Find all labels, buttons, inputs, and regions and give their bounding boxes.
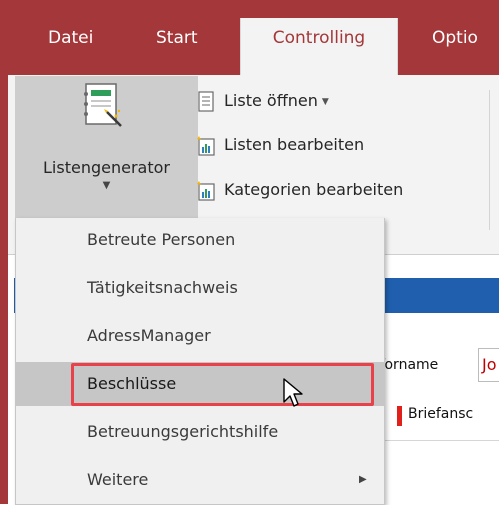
report-generator-icon: [84, 83, 122, 127]
edit-list-icon: [197, 135, 215, 156]
ribbon-separator: [489, 90, 490, 230]
chevron-down-icon: ▼: [321, 96, 329, 107]
liste-oeffnen-button[interactable]: Liste öffnen ▼: [196, 87, 329, 115]
window-left-border: [0, 75, 8, 504]
ribbon-tab-bar: Datei Start Controlling Optio: [0, 0, 499, 75]
listengenerator-button[interactable]: Listengenerator ▼: [15, 76, 198, 218]
listengenerator-menu: Betreute Personen Tätigkeitsnachweis Adr…: [15, 218, 385, 505]
vorname-label: Vorname: [376, 357, 439, 373]
marker: [397, 406, 402, 426]
highlight-frame: [71, 363, 374, 406]
kategorien-bearbeiten-label: Kategorien bearbeiten: [224, 180, 404, 199]
menu-item-betreute-personen[interactable]: Betreute Personen: [16, 218, 384, 262]
menu-item-label: Betreuungsgerichtshilfe: [87, 422, 279, 441]
menu-item-label: AdressManager: [87, 326, 211, 345]
chevron-right-icon: ▶: [359, 474, 367, 485]
briefanschrift-label: Briefansc: [408, 406, 474, 422]
listen-bearbeiten-label: Listen bearbeiten: [224, 135, 365, 154]
divider: [380, 440, 499, 441]
menu-item-weitere[interactable]: Weitere ▶: [16, 458, 384, 502]
tab-optionen[interactable]: Optio: [432, 18, 478, 58]
menu-item-label: Weitere: [87, 470, 149, 489]
menu-item-adressmanager[interactable]: AdressManager: [16, 314, 384, 358]
tab-datei[interactable]: Datei: [48, 18, 93, 58]
menu-item-taetigkeitsnachweis[interactable]: Tätigkeitsnachweis: [16, 266, 384, 310]
kategorien-bearbeiten-button[interactable]: Kategorien bearbeiten: [196, 176, 403, 204]
menu-item-label: Betreute Personen: [87, 230, 236, 249]
menu-item-betreuungsgerichtshilfe[interactable]: Betreuungsgerichtshilfe: [16, 410, 384, 454]
tab-controlling[interactable]: Controlling: [240, 18, 398, 75]
list-document-icon: [198, 90, 214, 112]
edit-categories-icon: [197, 180, 215, 201]
listengenerator-label: Listengenerator: [43, 158, 170, 177]
vorname-field[interactable]: Jo: [478, 348, 499, 382]
menu-item-label: Tätigkeitsnachweis: [87, 278, 238, 297]
liste-oeffnen-label: Liste öffnen: [224, 91, 318, 110]
mouse-cursor-icon: [283, 378, 303, 407]
tab-start[interactable]: Start: [156, 18, 198, 58]
listen-bearbeiten-button[interactable]: Listen bearbeiten: [196, 131, 364, 159]
chevron-down-icon: ▼: [102, 180, 111, 191]
